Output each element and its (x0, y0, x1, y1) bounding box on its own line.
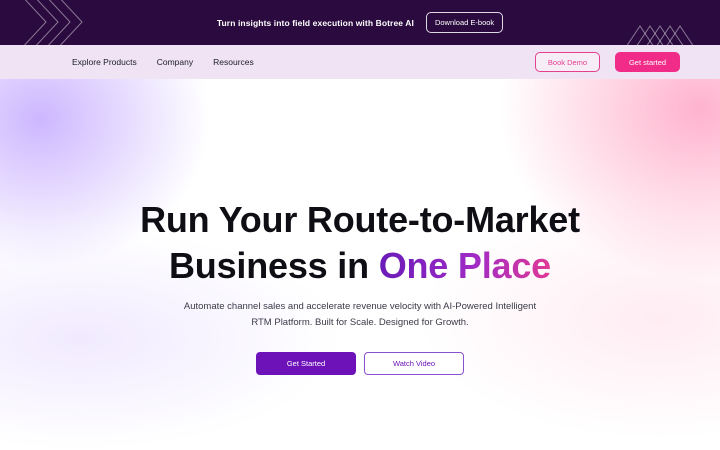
nav-link-explore-products[interactable]: Explore Products (72, 57, 137, 67)
download-ebook-button[interactable]: Download E-book (425, 12, 504, 33)
get-started-button[interactable]: Get Started (256, 352, 356, 375)
nav-link-resources[interactable]: Resources (213, 57, 254, 67)
book-demo-button[interactable]: Book Demo (535, 52, 600, 72)
hero-subtext: Automate channel sales and accelerate re… (160, 299, 560, 331)
subtext-line-2: RTM Platform. Built for Scale. Designed … (251, 317, 469, 328)
watch-video-button[interactable]: Watch Video (364, 352, 464, 375)
nav-link-company[interactable]: Company (157, 57, 193, 67)
chevron-pattern-decoration (23, 0, 83, 45)
headline-accent-text: One Place (378, 245, 551, 286)
announcement-bar: Turn insights into field execution with … (0, 0, 720, 45)
headline-line-2-prefix: Business in (169, 245, 369, 286)
get-started-nav-button[interactable]: Get started (615, 52, 680, 72)
hero-headline: Run Your Route-to-Market Business in One… (0, 197, 720, 289)
nav-links: Explore Products Company Resources (72, 45, 254, 79)
chevron-pattern-decoration (626, 25, 694, 45)
subtext-line-1: Automate channel sales and accelerate re… (183, 301, 537, 312)
main-navbar: Explore Products Company Resources Book … (0, 45, 720, 79)
hero-section: Run Your Route-to-Market Business in One… (0, 79, 720, 450)
announcement-text: Turn insights into field execution with … (216, 17, 414, 28)
headline-line-1: Run Your Route-to-Market (140, 199, 580, 240)
